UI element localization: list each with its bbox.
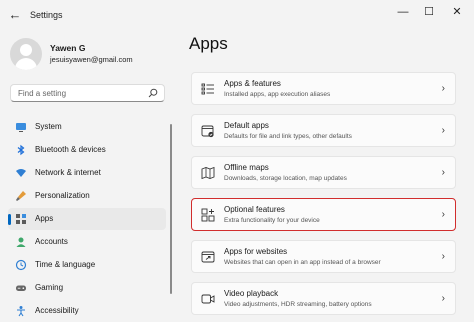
card-title: Apps & features — [224, 79, 281, 88]
wifi-icon — [16, 169, 26, 177]
avatar[interactable] — [10, 38, 42, 70]
card-offline-maps[interactable]: Offline maps Downloads, storage location… — [191, 156, 456, 189]
chevron-right-icon: › — [441, 251, 445, 262]
user-name: Yawen G — [50, 43, 86, 53]
chevron-right-icon: › — [441, 167, 445, 178]
maximize-button[interactable]: ☐ — [418, 5, 440, 19]
sidebar-item-label: Accessibility — [35, 306, 79, 315]
card-title: Apps for websites — [224, 247, 288, 256]
card-default-apps[interactable]: Default apps Defaults for file and link … — [191, 114, 456, 147]
card-subtitle: Installed apps, app execution aliases — [224, 91, 331, 98]
sidebar-item-label: Apps — [35, 214, 54, 223]
web-app-icon — [201, 251, 215, 263]
back-arrow-icon[interactable]: ← — [8, 8, 22, 22]
sidebar-item-time-language[interactable]: Time & language — [8, 254, 166, 276]
card-title: Default apps — [224, 121, 269, 130]
chevron-right-icon: › — [441, 125, 445, 136]
sidebar-item-personalization[interactable]: Personalization — [8, 185, 166, 207]
card-title: Video playback — [224, 289, 279, 298]
card-subtitle: Video adjustments, HDR streaming, batter… — [224, 301, 372, 308]
card-subtitle: Extra functionality for your device — [224, 217, 320, 224]
chevron-right-icon: › — [441, 83, 445, 94]
card-video-playback[interactable]: Video playback Video adjustments, HDR st… — [191, 282, 456, 315]
person-icon — [16, 237, 26, 247]
accessibility-icon — [17, 306, 25, 317]
sidebar-item-label: System — [35, 122, 62, 131]
monitor-icon — [16, 123, 26, 132]
list-icon — [201, 83, 214, 95]
sidebar-item-network[interactable]: Network & internet — [8, 162, 166, 184]
page-title: Apps — [189, 34, 228, 53]
card-apps-features[interactable]: Apps & features Installed apps, app exec… — [191, 72, 456, 105]
card-apps-for-websites[interactable]: Apps for websites Websites that can open… — [191, 240, 456, 273]
apps-icon — [16, 214, 26, 224]
close-button[interactable]: ✕ — [446, 5, 468, 19]
search-icon[interactable] — [148, 88, 158, 98]
sidebar-item-apps[interactable]: Apps — [8, 208, 166, 230]
user-email: jesuisyawen@gmail.com — [50, 55, 133, 64]
search-placeholder: Find a setting — [18, 89, 67, 98]
card-title: Offline maps — [224, 163, 269, 172]
paintbrush-icon — [16, 191, 26, 201]
sidebar-item-system[interactable]: System — [8, 116, 166, 138]
card-subtitle: Defaults for file and link types, other … — [224, 133, 352, 140]
sidebar-item-bluetooth[interactable]: Bluetooth & devices — [8, 139, 166, 161]
sidebar-item-label: Network & internet — [35, 168, 101, 177]
globe-clock-icon — [15, 259, 27, 271]
window-title: Settings — [30, 10, 63, 20]
minimize-button[interactable]: — — [392, 5, 414, 19]
sidebar-item-accounts[interactable]: Accounts — [8, 231, 166, 253]
card-title: Optional features — [224, 205, 285, 214]
card-optional-features[interactable]: Optional features Extra functionality fo… — [191, 198, 456, 231]
sidebar-item-label: Personalization — [35, 191, 90, 200]
sidebar-item-label: Time & language — [35, 260, 96, 269]
card-subtitle: Websites that can open in an app instead… — [224, 259, 381, 266]
map-icon — [201, 166, 215, 180]
chevron-right-icon: › — [441, 293, 445, 304]
grid-plus-icon — [201, 208, 215, 222]
default-apps-icon — [201, 125, 214, 138]
search-input[interactable]: Find a setting — [10, 84, 165, 102]
chevron-right-icon: › — [441, 209, 445, 220]
sidebar-item-label: Accounts — [35, 237, 68, 246]
sidebar-item-label: Bluetooth & devices — [35, 145, 106, 154]
video-icon — [201, 294, 215, 304]
sidebar-scrollbar[interactable] — [170, 124, 172, 294]
sidebar-item-gaming[interactable]: Gaming — [8, 277, 166, 299]
sidebar-item-label: Gaming — [35, 283, 64, 292]
card-subtitle: Downloads, storage location, map updates — [224, 175, 347, 182]
title-bar: ← Settings — ☐ ✕ — [0, 0, 474, 30]
bluetooth-icon — [17, 144, 25, 156]
gamepad-icon — [16, 285, 26, 291]
